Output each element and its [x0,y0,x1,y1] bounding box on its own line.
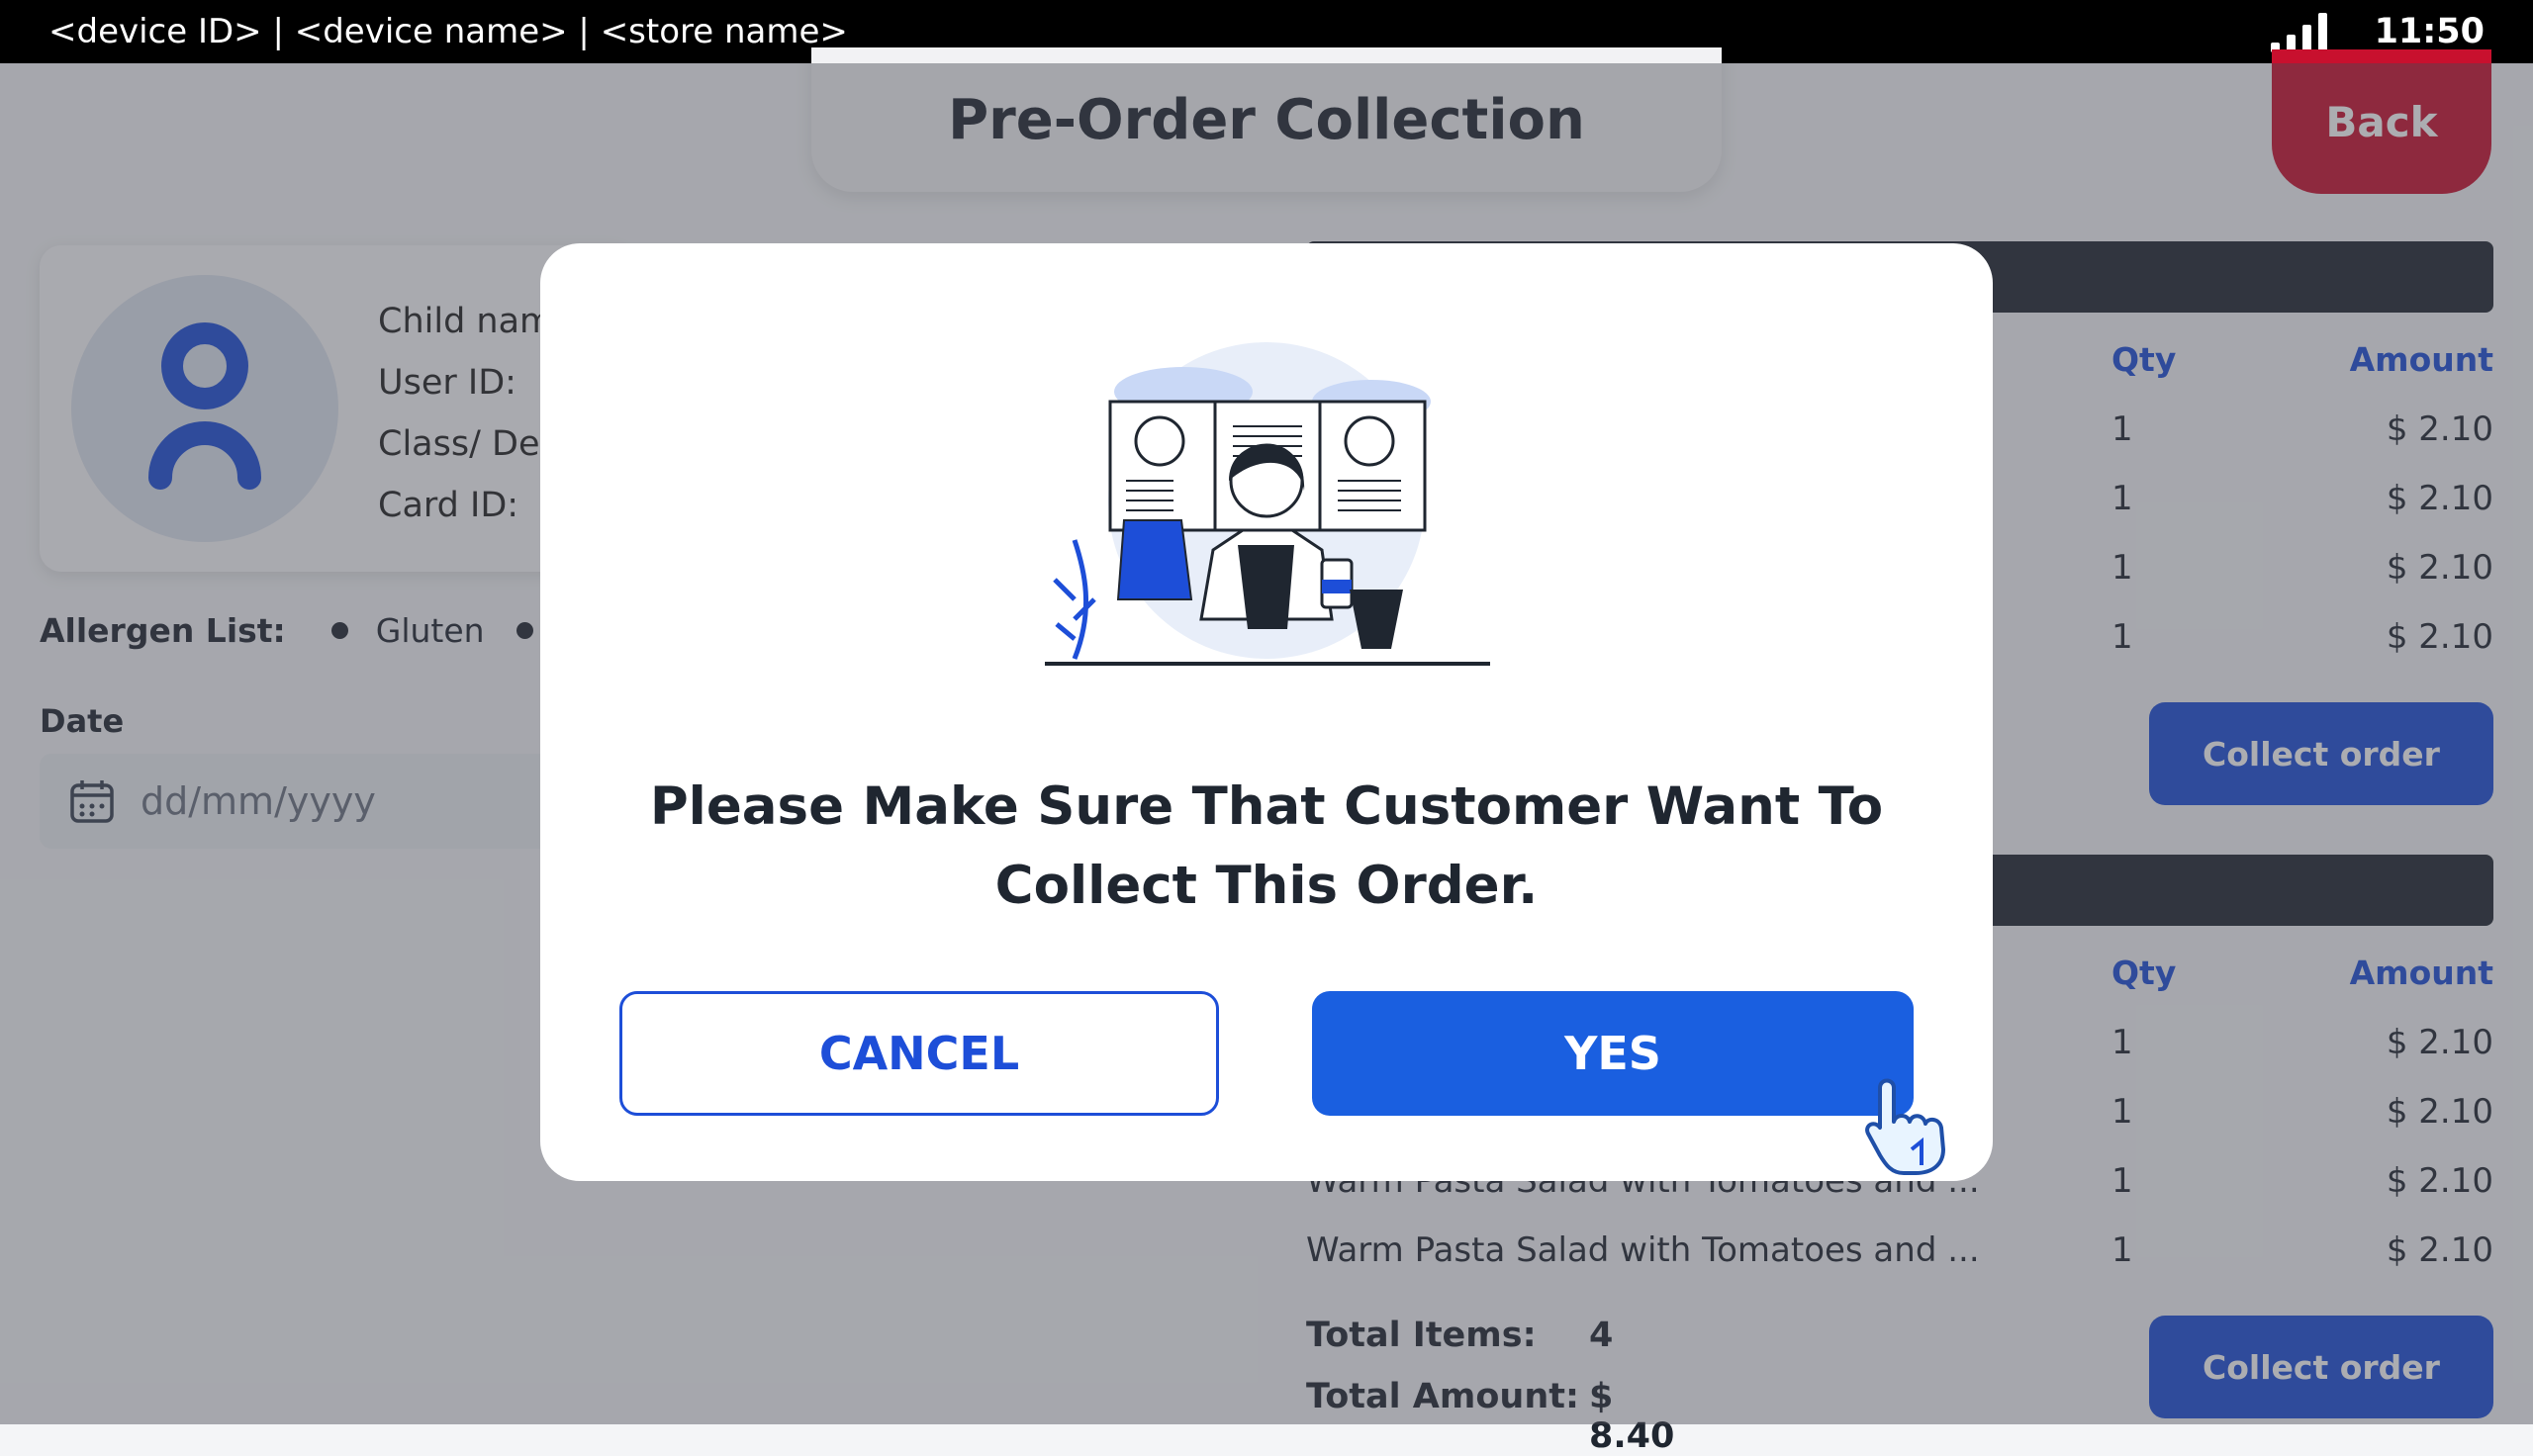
confirm-message: Please Make Sure That Customer Want To C… [600,768,1933,926]
device-info: <device ID> | <device name> | <store nam… [48,12,848,51]
cancel-button[interactable]: CANCEL [619,991,1219,1116]
signal-bars-icon [2270,11,2327,52]
cashier-illustration [1045,342,1490,666]
hand-pointer-icon [1865,1078,1945,1175]
yes-button[interactable]: YES [1312,991,1914,1116]
clock: 11:50 [2374,12,2485,51]
confirm-message-line1: Please Make Sure That Customer Want To [649,776,1884,837]
confirm-dialog: Please Make Sure That Customer Want To C… [540,243,1993,1181]
confirm-message-line2: Collect This Order. [994,856,1539,916]
